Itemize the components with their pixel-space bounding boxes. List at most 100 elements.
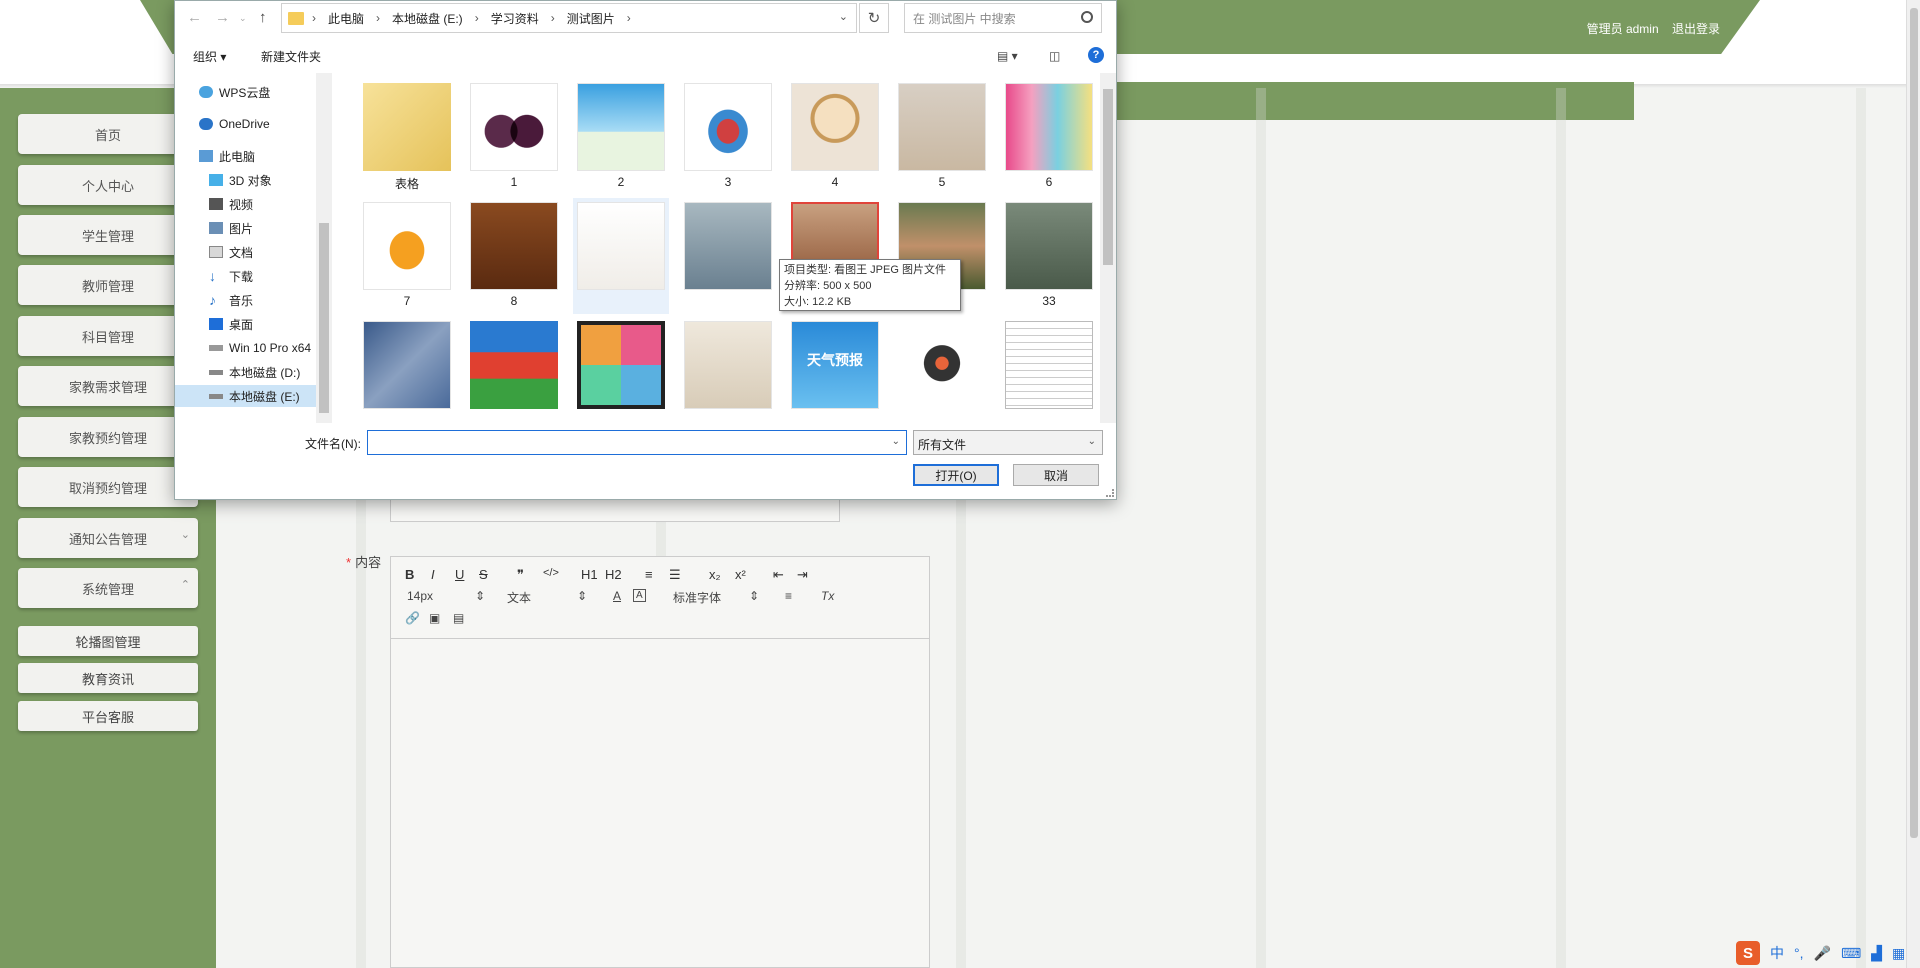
nav-scrollbar[interactable] xyxy=(316,73,332,423)
nav-item-pictures[interactable]: 图片 xyxy=(209,217,253,239)
strike-button[interactable]: S xyxy=(479,567,488,582)
code-button[interactable]: </> xyxy=(543,567,559,579)
bg-color-button[interactable]: A xyxy=(633,589,646,602)
image-icon[interactable]: ▣ xyxy=(429,611,440,625)
video-icon[interactable]: ▤ xyxy=(453,611,464,625)
clear-format-button[interactable]: Tx xyxy=(821,589,834,603)
font-family-select[interactable]: 标准字体 xyxy=(673,589,721,606)
keyboard-icon[interactable]: ⌨ xyxy=(1841,945,1861,962)
nav-item-videos[interactable]: 视频 xyxy=(209,193,253,215)
nav-item-documents[interactable]: 文档 xyxy=(209,241,253,263)
nav-item-this-pc[interactable]: 此电脑 xyxy=(199,145,255,167)
file-type-select[interactable]: 所有文件 ⌄ xyxy=(913,430,1103,455)
file-item[interactable] xyxy=(680,198,776,314)
help-icon[interactable]: ? xyxy=(1088,47,1104,63)
sidebar-item-demands[interactable]: 家教需求管理⌄ xyxy=(18,366,198,406)
file-item[interactable]: 8 xyxy=(466,198,562,314)
italic-button[interactable]: I xyxy=(431,567,435,582)
file-item[interactable] xyxy=(573,317,669,419)
blockquote-button[interactable]: ❞ xyxy=(517,567,524,583)
nav-item-desktop[interactable]: 桌面 xyxy=(209,313,253,335)
logout-link[interactable]: 退出登录 xyxy=(1672,22,1720,36)
text-type-select[interactable]: 文本 xyxy=(507,589,531,606)
bold-button[interactable]: B xyxy=(405,567,414,582)
file-item[interactable]: 6 xyxy=(1001,79,1097,195)
punctuation-toggle[interactable]: °, xyxy=(1794,945,1804,961)
toolbox-icon[interactable]: ▦ xyxy=(1892,945,1905,962)
sidebar-item-cancellations[interactable]: 取消预约管理⌄ xyxy=(18,467,198,507)
outdent-button[interactable]: ⇤ xyxy=(773,567,784,583)
microphone-icon[interactable]: 🎤 xyxy=(1814,945,1831,962)
sidebar-subitem-news[interactable]: 教育资讯 xyxy=(18,663,198,693)
underline-button[interactable]: U xyxy=(455,567,464,582)
file-item[interactable] xyxy=(1001,317,1097,419)
nav-item-onedrive[interactable]: OneDrive xyxy=(199,113,270,135)
sidebar-subitem-carousel[interactable]: 轮播图管理 xyxy=(18,626,198,656)
open-button[interactable]: 打开(O) xyxy=(913,464,999,486)
nav-scrollbar-thumb[interactable] xyxy=(319,223,329,413)
skin-icon[interactable]: ▟ xyxy=(1871,945,1882,962)
refresh-button[interactable]: ↻ xyxy=(859,3,889,33)
file-item[interactable]: 33 xyxy=(1001,198,1097,314)
recent-chevron-icon[interactable]: ⌄ xyxy=(239,13,247,24)
file-item[interactable] xyxy=(894,317,990,419)
superscript-button[interactable]: x² xyxy=(735,567,746,582)
font-color-button[interactable]: A xyxy=(613,589,621,603)
file-item[interactable] xyxy=(680,317,776,419)
sidebar-item-bookings[interactable]: 家教预约管理⌄ xyxy=(18,417,198,457)
sidebar-item-subjects[interactable]: 科目管理⌄ xyxy=(18,316,198,356)
sogou-logo-icon[interactable]: S xyxy=(1736,941,1760,965)
sidebar-item-students[interactable]: 学生管理⌄ xyxy=(18,215,198,255)
new-folder-button[interactable]: 新建文件夹 xyxy=(261,48,321,65)
breadcrumb-item[interactable]: 本地磁盘 (E:) xyxy=(392,10,463,27)
ime-mode[interactable]: 中 xyxy=(1770,943,1784,963)
file-item[interactable] xyxy=(359,317,455,419)
nav-item-drive-c[interactable]: Win 10 Pro x64 xyxy=(209,337,311,359)
sidebar-item-teachers[interactable]: 教师管理⌄ xyxy=(18,265,198,305)
resize-grip[interactable] xyxy=(1106,489,1114,497)
nav-item-drive-e[interactable]: 本地磁盘 (E:) xyxy=(175,385,325,407)
font-size-select[interactable]: 14px xyxy=(407,589,433,603)
file-item[interactable]: 7 xyxy=(359,198,455,314)
file-item[interactable]: 5 xyxy=(894,79,990,195)
files-scrollbar-thumb[interactable] xyxy=(1103,89,1113,265)
breadcrumb-item[interactable]: 测试图片 xyxy=(567,10,615,27)
up-arrow-icon[interactable]: ↑ xyxy=(259,9,267,26)
sidebar-item-profile[interactable]: 个人中心⌄ xyxy=(18,165,198,205)
forward-arrow-icon[interactable]: → xyxy=(215,9,230,26)
search-input[interactable]: 在 测试图片 中搜索 xyxy=(904,3,1102,33)
cancel-button[interactable]: 取消 xyxy=(1013,464,1099,486)
sidebar-item-system[interactable]: 系统管理 ⌃ xyxy=(18,568,198,608)
bullet-list-button[interactable]: ☰ xyxy=(669,567,681,583)
file-item[interactable]: 2 xyxy=(573,79,669,195)
file-item[interactable]: 3 xyxy=(680,79,776,195)
sidebar-subitem-support[interactable]: 平台客服 xyxy=(18,701,198,731)
nav-item-3d[interactable]: 3D 对象 xyxy=(209,169,272,191)
breadcrumb-item[interactable]: 此电脑 xyxy=(328,10,364,27)
chevron-down-icon[interactable]: ⌄ xyxy=(839,10,848,23)
align-button[interactable]: ≡ xyxy=(785,589,792,603)
ordered-list-button[interactable]: ≡ xyxy=(645,567,653,582)
file-item[interactable] xyxy=(466,317,562,419)
nav-item-drive-d[interactable]: 本地磁盘 (D:) xyxy=(209,361,300,383)
h2-button[interactable]: H2 xyxy=(605,567,622,582)
file-item[interactable]: 表格 xyxy=(359,79,455,195)
file-item[interactable]: 1 xyxy=(466,79,562,195)
back-arrow-icon[interactable]: ← xyxy=(187,9,202,26)
file-item[interactable]: 4 xyxy=(787,79,883,195)
nav-item-wps[interactable]: WPS云盘 xyxy=(199,81,270,103)
file-item[interactable]: 天气预报 xyxy=(787,317,883,419)
nav-item-music[interactable]: ♪ 音乐 xyxy=(209,289,253,311)
chevron-down-icon[interactable]: ⌄ xyxy=(892,436,900,447)
file-item-hovered[interactable] xyxy=(573,198,669,314)
sidebar-item-home[interactable]: 首页 xyxy=(18,114,198,154)
organize-menu[interactable]: 组织 ▾ xyxy=(193,48,226,65)
view-options-icon[interactable]: ▤ ▾ xyxy=(997,49,1018,63)
subscript-button[interactable]: x₂ xyxy=(709,567,721,582)
breadcrumb-item[interactable]: 学习资料 xyxy=(491,10,539,27)
h1-button[interactable]: H1 xyxy=(581,567,598,582)
rich-text-editor[interactable]: B I U S ❞ </> H1 H2 ≡ ☰ x₂ x² ⇤ ⇥ 14px ⇕… xyxy=(390,556,930,968)
files-scrollbar[interactable] xyxy=(1100,73,1116,423)
address-bar[interactable]: › 此电脑 › 本地磁盘 (E:) › 学习资料 › 测试图片 › ⌄ xyxy=(281,3,857,33)
indent-button[interactable]: ⇥ xyxy=(797,567,808,583)
